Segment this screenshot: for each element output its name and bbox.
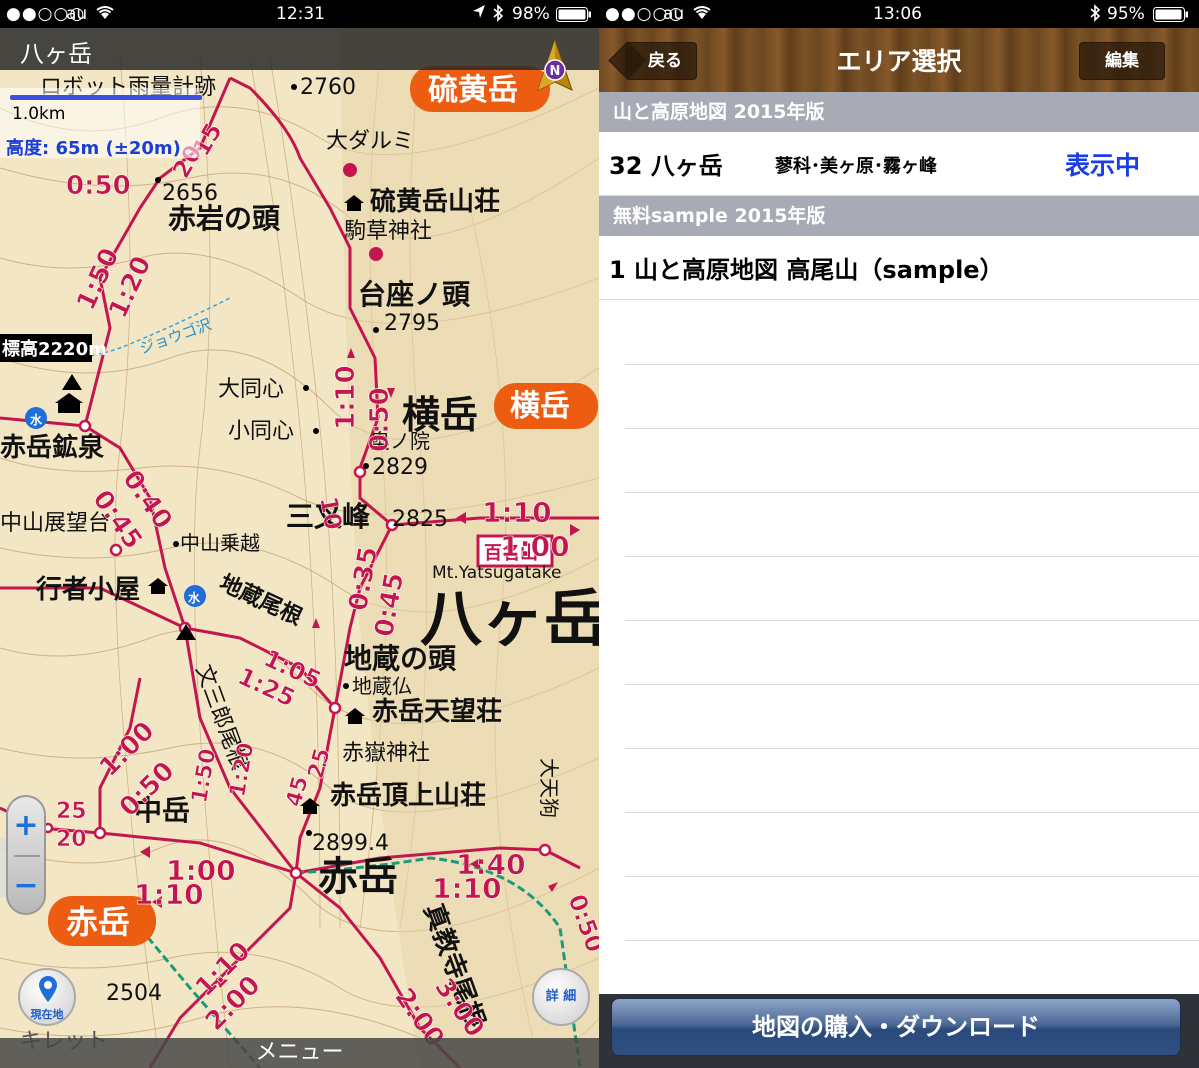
map-label: 赤岳 — [318, 854, 398, 900]
list-divider — [625, 492, 1199, 493]
purchase-download-button[interactable]: 地図の購入・ダウンロード — [611, 998, 1181, 1056]
altitude-readout: 高度: 65m (±20m) — [6, 138, 181, 159]
course-time: 25 — [56, 799, 87, 824]
peak-label-aka: 赤岳 — [66, 903, 130, 941]
map-title: 八ヶ岳 — [0, 28, 599, 70]
battery-percent: 95% — [1107, 4, 1145, 24]
battery-icon — [1153, 7, 1189, 27]
list-divider — [625, 556, 1199, 557]
list-divider — [625, 364, 1199, 365]
list-divider — [625, 876, 1199, 877]
course-time: 0:50 — [365, 387, 395, 452]
section-header: 山と高原地図 2015年版 — [599, 92, 1199, 132]
clock: 12:31 — [276, 4, 325, 24]
area-list-item[interactable]: 32 八ヶ岳 蓼科･美ヶ原･霧ヶ峰 表示中 — [599, 132, 1199, 196]
section-header: 無料sample 2015年版 — [599, 196, 1199, 236]
map-label: 赤岳天望荘 — [372, 697, 502, 727]
list-divider — [625, 684, 1199, 685]
map-label: 大ダルミ — [326, 129, 414, 154]
topographic-map[interactable]: 硫黄岳 横岳 赤岳 百名山 標高2220m 水 水 ロボット雨量計跡 2760 … — [0, 28, 599, 1068]
water-icon: 水 — [188, 590, 201, 605]
location-arrow-icon — [472, 4, 486, 25]
map-label: 地蔵仏 — [352, 674, 412, 698]
list-divider — [625, 428, 1199, 429]
course-time: 10 — [314, 494, 347, 532]
map-label: 2899.4 — [312, 831, 389, 856]
map-label: 赤岳頂上山荘 — [330, 781, 486, 811]
map-label: 中山展望台 — [0, 511, 110, 536]
area-select-screen: ●●○○○ au 13:06 95% 戻る エリア選択 編集 山と高原地図 20… — [599, 0, 1199, 1068]
list-divider — [625, 748, 1199, 749]
map-label: 台座ノ頭 — [358, 278, 471, 311]
scale-bar — [10, 95, 202, 100]
peak-label-yoko: 横岳 — [510, 389, 570, 424]
wifi-icon — [94, 4, 116, 25]
zoom-out-button[interactable]: − — [8, 861, 44, 911]
map-label: 赤岳鉱泉 — [0, 432, 105, 463]
area-name: 1 山と高原地図 高尾山（sample） — [609, 256, 1004, 284]
menu-button[interactable]: メニュー — [0, 1038, 599, 1068]
carrier: au — [66, 4, 88, 24]
map-label: 小同心 — [228, 419, 294, 444]
course-time: 1:00 — [500, 530, 570, 563]
area-name: 32 八ヶ岳 — [609, 152, 723, 180]
edit-button[interactable]: 編集 — [1079, 42, 1165, 80]
map-label: 2825 — [392, 507, 448, 532]
zoom-in-button[interactable]: + — [8, 801, 44, 851]
carrier: au — [663, 4, 685, 24]
map-label: 地蔵の頭 — [344, 642, 457, 675]
course-time: 1:10 — [331, 365, 361, 430]
status-bar: ●●○○○ au 13:06 95% — [599, 0, 1199, 28]
map-label: 行者小屋 — [35, 574, 140, 605]
course-time: 1:10 — [432, 872, 502, 905]
map-label: 大同心 — [218, 377, 284, 402]
course-time: 0:50 — [66, 171, 131, 201]
status-bar: ●●○○○ au 12:31 98% — [0, 0, 599, 28]
battery-percent: 98% — [512, 4, 550, 24]
map-label: Mt.Yatsugatake — [432, 563, 561, 583]
zoom-divider — [14, 855, 40, 857]
displaying-status: 表示中 — [1065, 151, 1141, 180]
map-label: 赤岩の頭 — [168, 202, 281, 235]
map-label: 中山乗越 — [180, 531, 260, 555]
list-divider — [625, 620, 1199, 621]
current-location-button[interactable]: 現在地 — [18, 968, 76, 1026]
map-label: 2829 — [372, 455, 428, 480]
detail-button[interactable]: 詳 細 — [532, 968, 590, 1026]
map-label: 硫黄岳山荘 — [370, 186, 500, 217]
scale-label: 1.0km — [12, 104, 66, 124]
zoom-control: + − — [6, 795, 46, 915]
bottom-toolbar: 地図の購入・ダウンロード — [599, 994, 1199, 1068]
map-label: 赤嶽神社 — [342, 741, 430, 766]
map-screen: ●●○○○ au 12:31 98% 硫黄岳 横岳 赤岳 百名山 標高2220m… — [0, 0, 599, 1068]
peak-label-iou: 硫黄岳 — [428, 73, 518, 108]
list-divider — [625, 940, 1199, 941]
bluetooth-icon — [492, 4, 504, 27]
map-label: 大天狗 — [537, 758, 561, 818]
current-location-label: 現在地 — [30, 1008, 64, 1021]
area-subtitle: 蓼科･美ヶ原･霧ヶ峰 — [775, 156, 937, 177]
course-time: 1:10 — [134, 878, 204, 911]
water-icon: 水 — [30, 412, 43, 427]
compass-icon[interactable]: N — [532, 38, 578, 94]
altitude-2220-badge: 標高2220m — [2, 338, 107, 360]
map-label: 駒草神社 — [344, 219, 432, 244]
compass-letter: N — [550, 64, 561, 79]
map-label: 2795 — [384, 311, 440, 336]
wifi-icon — [691, 4, 713, 25]
map-label: 2760 — [300, 75, 356, 100]
battery-icon — [556, 7, 592, 27]
bluetooth-icon — [1089, 4, 1101, 27]
map-label: 2504 — [106, 981, 162, 1006]
course-time: 1:10 — [482, 496, 552, 529]
location-pin-icon — [39, 976, 57, 1002]
navigation-bar: 戻る エリア選択 編集 — [599, 28, 1199, 92]
clock: 13:06 — [873, 4, 922, 24]
area-list-item[interactable]: 1 山と高原地図 高尾山（sample） — [599, 236, 1199, 300]
list-divider — [625, 812, 1199, 813]
course-time: 20 — [56, 827, 87, 852]
